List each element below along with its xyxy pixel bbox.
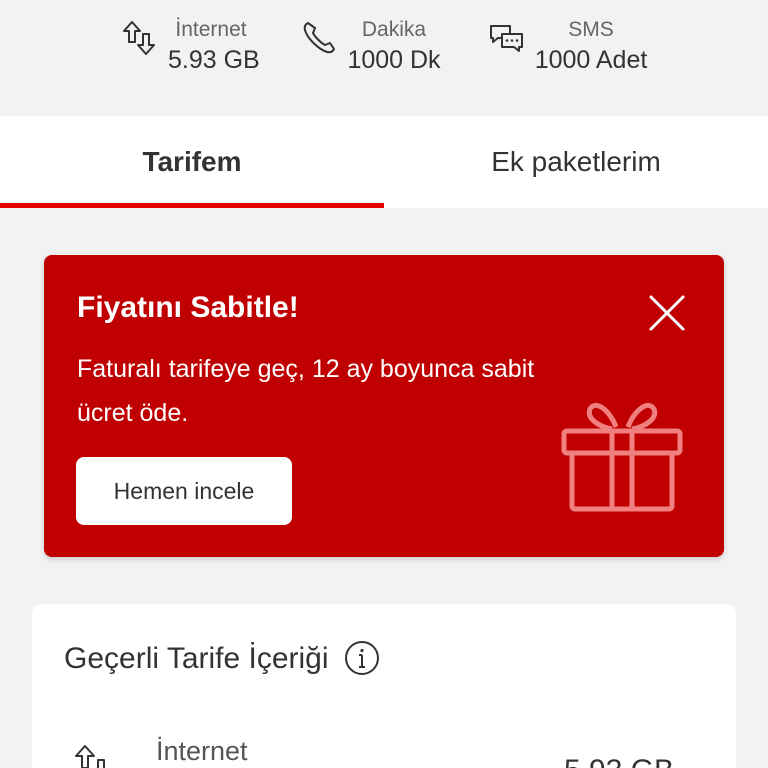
- promo-banner: Fiyatını Sabitle! Faturalı tarifeye geç,…: [44, 255, 724, 557]
- summary-minutes[interactable]: Dakika 1000 Dk: [300, 16, 445, 80]
- hemen-incele-button[interactable]: Hemen incele: [76, 457, 292, 525]
- tariff-content-card: Geçerli Tarife İçeriği İnternet 5.93 GB: [32, 604, 736, 768]
- usage-summary: İnternet 5.93 GB Dakika 1000 Dk SMS 1000…: [0, 0, 768, 116]
- summary-minutes-value: 1000 Dk: [347, 46, 441, 74]
- summary-sms[interactable]: SMS 1000 Adet: [486, 16, 652, 80]
- tab-tarifem[interactable]: Tarifem: [0, 116, 384, 208]
- summary-internet[interactable]: İnternet 5.93 GB: [120, 16, 260, 80]
- phone-icon: [300, 18, 340, 58]
- tab-ek-paketlerim[interactable]: Ek paketlerim: [384, 116, 768, 208]
- chat-bubbles-icon: [486, 18, 526, 58]
- promo-text: Faturalı tarifeye geç, 12 ay boyunca sab…: [77, 355, 535, 427]
- tariff-row-value: 5.93 GB: [564, 754, 674, 768]
- tariff-content-title: Geçerli Tarife İçeriği: [64, 642, 329, 675]
- summary-minutes-label: Dakika: [361, 18, 427, 41]
- info-icon[interactable]: [344, 640, 380, 676]
- active-tab-indicator: [0, 203, 384, 208]
- data-arrows-icon: [72, 742, 116, 768]
- gift-icon: [560, 401, 684, 513]
- summary-sms-value: 1000 Adet: [534, 46, 648, 74]
- close-icon[interactable]: [645, 291, 689, 335]
- tab-bar: Tarifem Ek paketlerim: [0, 116, 768, 208]
- tariff-row-label: İnternet: [156, 736, 248, 766]
- data-arrows-icon: [120, 18, 160, 58]
- promo-title: Fiyatını Sabitle!: [77, 291, 299, 324]
- summary-sms-label: SMS: [568, 18, 614, 41]
- summary-internet-label: İnternet: [175, 18, 247, 41]
- summary-internet-value: 5.93 GB: [168, 46, 260, 74]
